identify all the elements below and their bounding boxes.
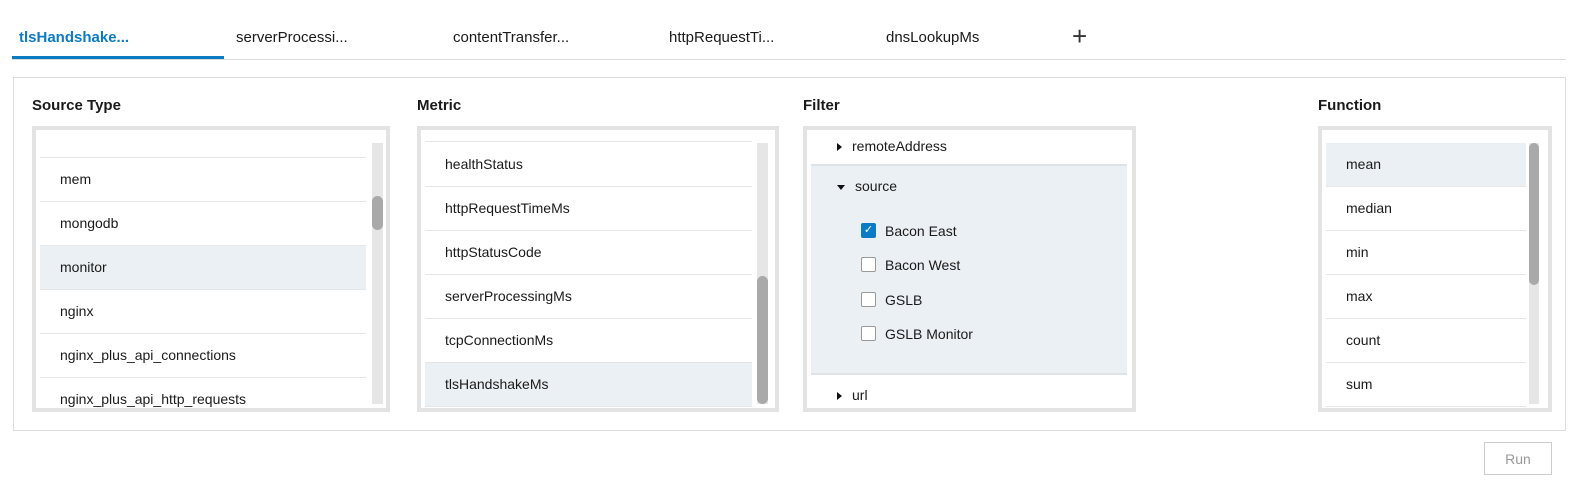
list-item[interactable]: nginx: [40, 290, 366, 334]
add-tab-button[interactable]: +: [1072, 22, 1087, 50]
list-item[interactable]: nginx_plus_api_connections: [40, 334, 366, 378]
scrollbar[interactable]: [372, 143, 383, 404]
caret-down-icon[interactable]: [837, 184, 845, 190]
checkbox-label[interactable]: GSLB Monitor: [885, 326, 973, 342]
list-item[interactable]: httpStatusCode: [425, 231, 752, 275]
group-label: url: [852, 387, 868, 403]
list-item[interactable]: sum: [1326, 363, 1526, 407]
group-label[interactable]: source: [855, 178, 897, 194]
checkbox-bacon-west[interactable]: [861, 257, 876, 272]
list-item[interactable]: median: [1326, 187, 1526, 231]
list-item-selected[interactable]: tlsHandshakeMs: [425, 363, 752, 407]
scrollbar-thumb[interactable]: [1529, 143, 1539, 285]
list-item[interactable]: httpRequestTimeMs: [425, 187, 752, 231]
checkbox-gslb[interactable]: [861, 292, 876, 307]
tab-divider: [12, 59, 1566, 60]
source-type-list: mem mongodb monitor nginx nginx_plus_api…: [32, 126, 390, 412]
caret-right-icon: [837, 143, 842, 152]
active-tab-indicator: [12, 56, 224, 59]
metric-heading: Metric: [417, 97, 462, 114]
list-item[interactable]: [40, 130, 366, 158]
list-item-selected[interactable]: monitor: [40, 246, 366, 290]
run-button[interactable]: Run: [1484, 442, 1552, 475]
list-item[interactable]: min: [1326, 231, 1526, 275]
source-type-heading: Source Type: [32, 97, 121, 114]
list-item-selected[interactable]: mean: [1326, 143, 1526, 187]
filter-heading: Filter: [803, 97, 840, 114]
scrollbar-thumb[interactable]: [372, 196, 383, 230]
checkbox-label[interactable]: Bacon East: [885, 223, 957, 239]
tab-tls-handshake[interactable]: tlsHandshake...: [19, 28, 129, 58]
tab-server-processing[interactable]: serverProcessi...: [236, 28, 348, 58]
list-item[interactable]: serverProcessingMs: [425, 275, 752, 319]
function-list: mean median min max count sum: [1318, 126, 1552, 412]
list-item[interactable]: nginx_plus_api_http_requests: [40, 378, 366, 408]
checkbox-label[interactable]: Bacon West: [885, 257, 960, 273]
group-label: remoteAddress: [852, 138, 947, 154]
checkbox-gslb-monitor[interactable]: [861, 326, 876, 341]
tab-content-transfer[interactable]: contentTransfer...: [453, 28, 569, 58]
metric-list: healthStatus httpRequestTimeMs httpStatu…: [417, 126, 779, 412]
scrollbar-thumb[interactable]: [757, 276, 768, 404]
list-item[interactable]: healthStatus: [425, 143, 752, 187]
filter-tree: remoteAddress source ✓ Bacon East Bacon …: [803, 126, 1136, 412]
list-item[interactable]: count: [1326, 319, 1526, 363]
caret-right-icon: [837, 392, 842, 401]
list-item[interactable]: mongodb: [40, 202, 366, 246]
scrollbar[interactable]: [757, 143, 768, 404]
list-item[interactable]: [425, 130, 752, 142]
checkbox-bacon-east[interactable]: ✓: [861, 223, 876, 238]
list-item[interactable]: mem: [40, 158, 366, 202]
filter-group-url[interactable]: url: [811, 375, 1127, 408]
scrollbar[interactable]: [1529, 143, 1539, 404]
filter-group-remote-address[interactable]: remoteAddress: [811, 130, 1127, 166]
checkbox-label[interactable]: GSLB: [885, 292, 922, 308]
filter-group-source: source ✓ Bacon East Bacon West GSLB GSLB…: [811, 166, 1127, 375]
check-icon: ✓: [863, 224, 874, 236]
tab-dns-lookup[interactable]: dnsLookupMs: [886, 28, 979, 58]
list-item[interactable]: tcpConnectionMs: [425, 319, 752, 363]
function-heading: Function: [1318, 97, 1382, 114]
list-item[interactable]: max: [1326, 275, 1526, 319]
tab-http-request-time[interactable]: httpRequestTi...: [669, 28, 774, 58]
